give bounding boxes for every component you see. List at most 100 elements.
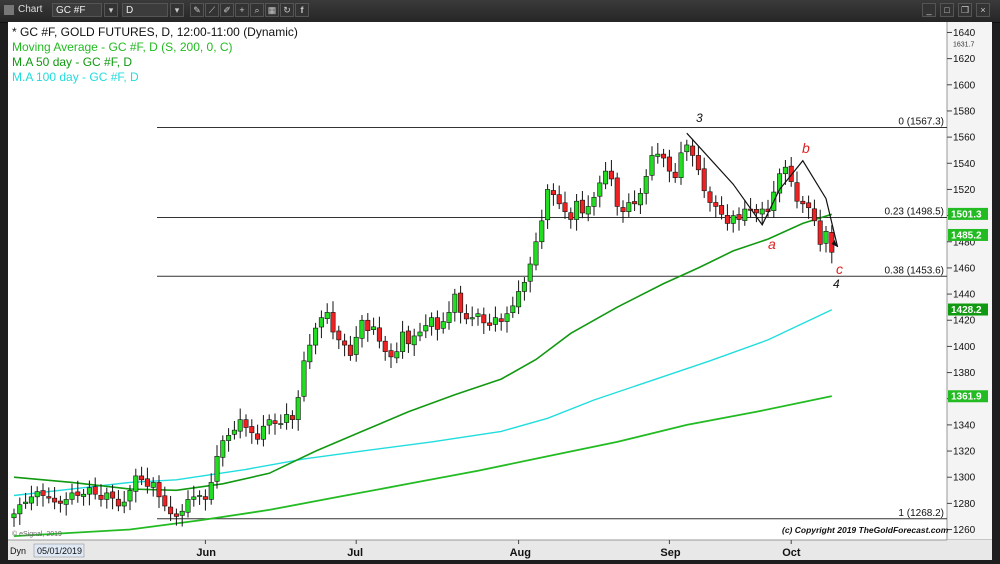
candle-body <box>579 199 585 214</box>
candle-body <box>637 193 643 206</box>
candle-body <box>655 153 661 157</box>
restore-icon[interactable]: ❐ <box>958 3 972 17</box>
chart-logo-icon <box>4 5 14 15</box>
calendar-icon[interactable]: ▦ <box>265 3 279 17</box>
draw-icon[interactable]: ⟋ <box>205 3 219 17</box>
candle-body <box>794 182 800 202</box>
candle-body <box>336 330 342 341</box>
price-tick-label: 1340 <box>953 420 976 431</box>
candle-body <box>23 501 29 504</box>
candle-body <box>411 335 417 346</box>
price-tag-label: 1485.2 <box>951 230 982 241</box>
candle-body <box>713 202 719 207</box>
candle-body <box>446 312 452 323</box>
price-tick-label: 1260 <box>953 525 976 536</box>
crosshair-icon[interactable]: + <box>235 3 249 17</box>
candle-body <box>150 482 156 488</box>
candle-body <box>81 493 87 497</box>
price-tick-label: 1580 <box>953 106 976 117</box>
candle-body <box>475 313 481 317</box>
candle-body <box>649 155 655 176</box>
date-box-text: 05/01/2019 <box>37 546 82 556</box>
candle-body <box>545 189 551 221</box>
symbol-input[interactable]: GC #F <box>52 3 102 17</box>
candle-body <box>359 319 365 339</box>
candle-body <box>620 207 626 212</box>
time-axis[interactable] <box>8 540 992 560</box>
candle-body <box>202 496 208 500</box>
zoom-icon[interactable]: ⌕ <box>250 3 264 17</box>
price-tick-label: 1380 <box>953 368 976 379</box>
candle-body <box>185 499 191 513</box>
candle-body <box>742 208 748 221</box>
minimize-icon[interactable]: _ <box>922 3 936 17</box>
candle-body <box>75 491 81 496</box>
candle-body <box>753 209 759 214</box>
legend-ma100: M.A 100 day - GC #F, D <box>12 70 139 84</box>
candle-body <box>452 293 458 313</box>
dyn-label[interactable]: Dyn <box>10 546 26 556</box>
facebook-icon[interactable]: f <box>295 3 309 17</box>
candle-body <box>179 510 185 516</box>
price-tag: 1485.2 <box>948 228 988 241</box>
candle-body <box>40 490 46 496</box>
candle-body <box>127 489 133 502</box>
candle-body <box>133 475 139 492</box>
price-axis[interactable] <box>947 22 992 540</box>
candle-body <box>562 202 568 212</box>
candle-body <box>284 414 290 423</box>
candle-body <box>46 496 52 499</box>
price-tick-label: 1440 <box>953 290 976 301</box>
candle-body <box>632 201 638 205</box>
axis-corner <box>947 540 992 560</box>
pencil-icon[interactable]: ✎ <box>190 3 204 17</box>
price-tag-label: 1501.3 <box>951 209 982 220</box>
symbol-dropdown-icon[interactable]: ▾ <box>104 3 118 17</box>
candle-body <box>423 325 429 332</box>
refresh-icon[interactable]: ↻ <box>280 3 294 17</box>
candle-body <box>487 322 493 326</box>
candle-body <box>556 194 562 205</box>
candle-body <box>481 314 487 324</box>
copyright-text: (c) Copyright 2019 TheGoldForecast.com <box>782 525 949 535</box>
candle-body <box>144 478 150 487</box>
candle-body <box>550 190 556 195</box>
price-tick-label: 1420 <box>953 316 976 327</box>
candle-body <box>63 499 69 505</box>
interval-input[interactable]: D <box>122 3 168 17</box>
candle-body <box>98 494 104 500</box>
candle-body <box>707 191 713 203</box>
candle-body <box>591 196 597 207</box>
candle-body <box>701 168 707 192</box>
candle-body <box>417 331 423 337</box>
candle-body <box>533 241 539 266</box>
price-tick-label: 1540 <box>953 159 976 170</box>
candle-body <box>191 496 197 500</box>
candle-body <box>249 426 255 434</box>
candle-body <box>539 220 545 243</box>
price-tick-label: 1320 <box>953 447 976 458</box>
candle-body <box>226 435 232 441</box>
fib-label: 0.23 (1498.5) <box>885 207 945 218</box>
candle-body <box>52 497 58 503</box>
candle-body <box>11 513 17 519</box>
candle-body <box>156 482 162 498</box>
candle-body <box>434 317 440 330</box>
price-high-label: 1631.7 <box>953 41 975 48</box>
close-icon[interactable]: × <box>976 3 990 17</box>
candle-body <box>208 482 214 500</box>
price-tag: 1501.3 <box>948 207 988 220</box>
candle-body <box>661 153 667 159</box>
app-label: Chart <box>18 4 43 15</box>
candle-body <box>272 420 278 424</box>
maximize-icon[interactable]: □ <box>940 3 954 17</box>
candle-body <box>295 397 301 420</box>
interval-dropdown-icon[interactable]: ▾ <box>170 3 184 17</box>
candle-body <box>57 500 63 504</box>
pen-icon[interactable]: ✐ <box>220 3 234 17</box>
candle-body <box>260 425 266 440</box>
candle-body <box>643 176 649 194</box>
candle-body <box>110 491 116 499</box>
candle-body <box>307 344 313 363</box>
candle-body <box>139 475 145 481</box>
